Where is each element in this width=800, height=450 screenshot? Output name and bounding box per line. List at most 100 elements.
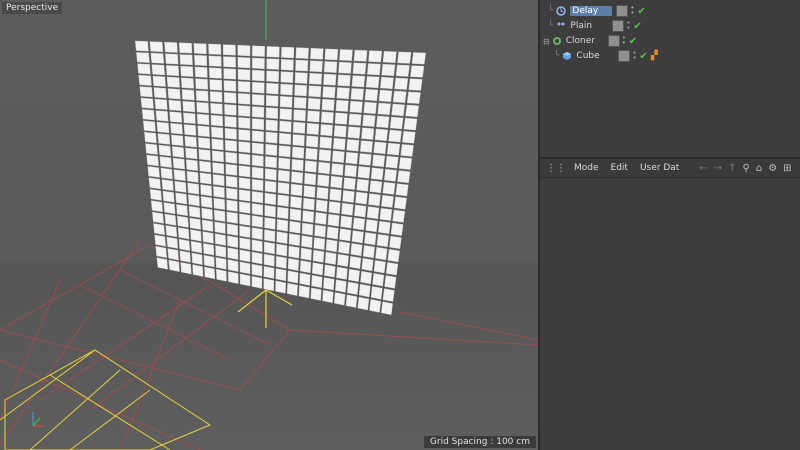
editor-visibility-toggle[interactable] [616,5,629,17]
settings-icon[interactable]: ⚙ [768,163,777,174]
cloned-cube [294,72,308,84]
cloned-cube [386,142,401,156]
cloned-cube [182,100,196,113]
layer-dots[interactable]: • • [632,50,638,62]
cloned-cube [316,186,329,200]
cloned-cube [149,189,162,201]
tree-item-delay[interactable]: └ Delay • • ✔ [548,4,646,18]
cloned-cube [391,103,405,117]
editor-visibility-toggle[interactable] [607,35,620,47]
enabled-check-icon[interactable]: ✔ [629,36,637,47]
cloned-cube [335,279,347,293]
up-arrow-icon[interactable]: ↑ [728,163,736,174]
lock-icon[interactable]: ⌂ [756,163,762,174]
cloned-cube [361,127,375,140]
cloned-cube [212,162,225,175]
perspective-viewport[interactable]: Perspective Grid Spacing : 100 cm [0,0,540,450]
cloned-cube [152,75,166,87]
cloned-cube [299,272,311,286]
cloned-cube [392,209,406,223]
cloned-cube [376,115,390,129]
cloned-cube [179,54,193,66]
menu-mode[interactable]: Mode [574,163,599,173]
cloned-cube [324,48,339,61]
editor-visibility-toggle[interactable] [612,20,625,32]
cloned-cube [363,101,377,114]
cloned-cube [384,275,397,289]
tree-item-cloner[interactable]: ⊟ Cloner • • ✔ [543,34,637,48]
cloned-cube [266,82,279,95]
cloned-cube [225,151,238,164]
viewport-label[interactable]: Perspective [2,2,63,14]
cloned-cube [227,259,239,272]
cloned-cube [380,76,394,89]
menu-user-data[interactable]: User Dat [640,163,679,173]
cloned-cube [190,241,203,254]
cloned-cube [177,215,189,228]
delay-effector-icon [556,6,567,16]
cloned-cube [377,102,391,115]
cloned-cube [265,168,277,181]
new-window-icon[interactable]: ⊞ [783,163,791,174]
cloned-cube [183,112,196,124]
cloned-cube [277,182,290,195]
cloned-cube [392,90,407,103]
cloned-cube [332,150,345,163]
cloned-cube [280,83,293,96]
cloned-cube [359,140,373,153]
layer-dots[interactable]: • • [630,5,636,17]
forward-arrow-icon[interactable]: → [714,163,722,174]
cloned-cube [180,262,192,275]
enabled-check-icon[interactable]: ✔ [633,21,641,32]
search-icon[interactable]: ⚲ [743,163,750,174]
cloned-cube [320,124,333,137]
cloned-cube [349,255,362,270]
tree-item-cube[interactable]: └ Cube • • ✔ ▞ [554,49,658,63]
material-tag-icon[interactable]: ▞ [651,51,658,61]
cloned-cube [334,112,348,125]
cloned-cube [226,211,238,224]
cloned-cube [300,247,312,261]
cloned-cube [239,201,251,214]
cloned-cube [265,156,277,169]
cloned-cube [210,114,223,127]
back-arrow-icon[interactable]: ← [699,163,707,174]
cloned-cube [295,47,309,59]
cloned-cube [330,175,343,189]
cloned-cube [167,248,179,261]
cloned-cube [366,206,380,220]
grip-icon[interactable]: ⋮⋮ [546,163,566,174]
cloned-cube [222,44,236,56]
cloned-cube [342,190,355,203]
cloned-cube [154,98,168,110]
cloned-cube [310,48,324,60]
cloned-cube [315,212,327,225]
floor-grid-line [399,311,538,341]
cloned-cube [208,55,222,67]
cloned-cube [266,58,280,70]
cloned-cube [223,68,237,80]
menu-edit[interactable]: Edit [611,163,628,173]
collapse-toggle-icon[interactable]: ⊟ [543,37,550,46]
cloned-cube [169,111,183,123]
enabled-check-icon[interactable]: ✔ [639,51,647,62]
cloned-cube [381,194,394,208]
cloned-cube [152,211,164,224]
layer-dots[interactable]: • • [626,20,632,32]
cloned-cube [332,137,346,151]
cloned-cube [265,119,278,132]
cloned-cube [166,236,178,249]
layer-dots[interactable]: • • [622,35,628,47]
tree-item-plain[interactable]: └ Plain • • ✔ [548,19,642,33]
cloned-cube [263,278,275,292]
cloned-cube [338,241,350,255]
enabled-check-icon[interactable]: ✔ [637,6,645,17]
editor-visibility-toggle[interactable] [618,50,631,62]
cloned-cube [306,122,320,135]
cloned-cube [239,273,251,287]
cloned-cube [324,251,337,265]
cloned-cube [276,219,289,232]
cloned-cube [215,245,227,258]
cloned-cube [238,93,251,105]
cloned-cube [351,75,366,88]
